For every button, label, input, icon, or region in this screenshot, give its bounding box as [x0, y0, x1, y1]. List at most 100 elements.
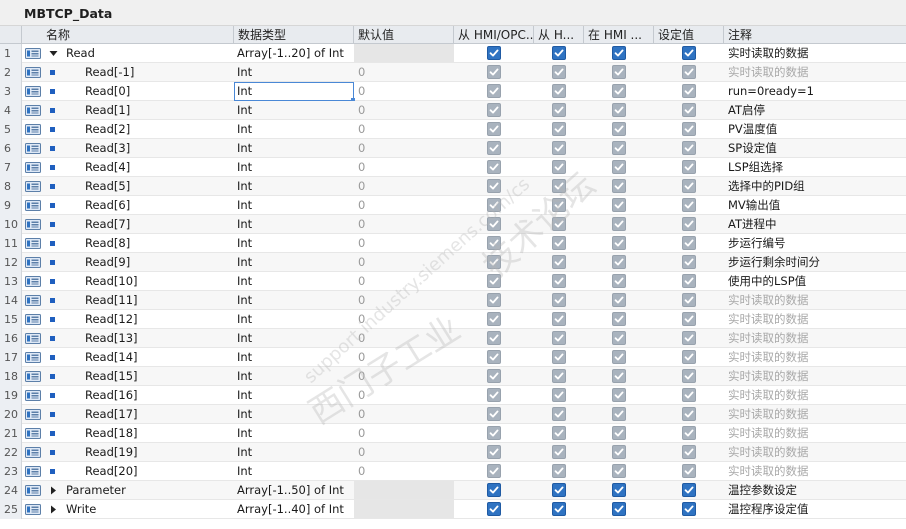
tag-default-value[interactable]: 0 [358, 120, 448, 139]
tag-datatype[interactable]: Int [237, 348, 352, 367]
tag-comment[interactable]: 实时读取的数据 [728, 462, 906, 481]
checkbox-in-hmi[interactable] [612, 369, 626, 383]
row-number[interactable]: 4 [0, 101, 22, 120]
table-row[interactable]: 14 Read[11] Int 0 实时读取的数据 [0, 291, 906, 310]
tag-name[interactable]: Read[3] [85, 139, 232, 158]
table-row[interactable]: 10 Read[7] Int 0 AT进程中 [0, 215, 906, 234]
row-number[interactable]: 11 [0, 234, 22, 253]
tag-comment[interactable]: MV输出值 [728, 196, 906, 215]
table-row[interactable]: 19 Read[16] Int 0 实时读取的数据 [0, 386, 906, 405]
checkbox-in-hmi[interactable] [612, 483, 626, 497]
table-row[interactable]: 24 Parameter Array[-1..50] of Int 温控参数设定 [0, 481, 906, 500]
checkbox-from-h[interactable] [552, 369, 566, 383]
checkbox-from-h[interactable] [552, 198, 566, 212]
checkbox-setpoint[interactable] [682, 255, 696, 269]
tag-comment[interactable]: 实时读取的数据 [728, 329, 906, 348]
row-number[interactable]: 2 [0, 63, 22, 82]
checkbox-hmi-opc[interactable] [487, 160, 501, 174]
checkbox-in-hmi[interactable] [612, 236, 626, 250]
tag-comment[interactable]: 实时读取的数据 [728, 291, 906, 310]
checkbox-setpoint[interactable] [682, 122, 696, 136]
checkbox-setpoint[interactable] [682, 274, 696, 288]
row-number[interactable]: 19 [0, 386, 22, 405]
checkbox-from-h[interactable] [552, 160, 566, 174]
checkbox-in-hmi[interactable] [612, 274, 626, 288]
tag-comment[interactable]: PV温度值 [728, 120, 906, 139]
tag-default-value[interactable] [358, 44, 448, 63]
tag-comment[interactable]: 步运行剩余时间分 [728, 253, 906, 272]
table-row[interactable]: 9 Read[6] Int 0 MV输出值 [0, 196, 906, 215]
checkbox-from-h[interactable] [552, 65, 566, 79]
row-number[interactable]: 20 [0, 405, 22, 424]
row-number[interactable]: 3 [0, 82, 22, 101]
checkbox-setpoint[interactable] [682, 103, 696, 117]
tag-name[interactable]: Read[19] [85, 443, 232, 462]
checkbox-in-hmi[interactable] [612, 350, 626, 364]
tag-default-value[interactable]: 0 [358, 424, 448, 443]
table-row[interactable]: 20 Read[17] Int 0 实时读取的数据 [0, 405, 906, 424]
table-row[interactable]: 4 Read[1] Int 0 AT启停 [0, 101, 906, 120]
checkbox-from-h[interactable] [552, 122, 566, 136]
checkbox-setpoint[interactable] [682, 331, 696, 345]
checkbox-from-h[interactable] [552, 84, 566, 98]
checkbox-in-hmi[interactable] [612, 426, 626, 440]
checkbox-hmi-opc[interactable] [487, 407, 501, 421]
tag-comment[interactable]: 实时读取的数据 [728, 386, 906, 405]
checkbox-hmi-opc[interactable] [487, 388, 501, 402]
tag-name[interactable]: Read[7] [85, 215, 232, 234]
checkbox-in-hmi[interactable] [612, 84, 626, 98]
tag-name[interactable]: Write [66, 500, 232, 519]
tag-comment[interactable]: 选择中的PID组 [728, 177, 906, 196]
tag-default-value[interactable]: 0 [358, 158, 448, 177]
tag-default-value[interactable]: 0 [358, 215, 448, 234]
tag-name[interactable]: Read[1] [85, 101, 232, 120]
header-hmi-opc[interactable]: 从 HMI/OPC... [454, 26, 534, 44]
tag-datatype[interactable]: Array[-1..40] of Int [237, 500, 352, 519]
tag-datatype[interactable]: Int [237, 367, 352, 386]
tag-name[interactable]: Read[17] [85, 405, 232, 424]
checkbox-in-hmi[interactable] [612, 103, 626, 117]
checkbox-setpoint[interactable] [682, 350, 696, 364]
checkbox-in-hmi[interactable] [612, 445, 626, 459]
tag-name[interactable]: Read[12] [85, 310, 232, 329]
tag-name[interactable]: Read[16] [85, 386, 232, 405]
tag-datatype[interactable]: Int [237, 158, 352, 177]
checkbox-setpoint[interactable] [682, 426, 696, 440]
checkbox-in-hmi[interactable] [612, 464, 626, 478]
checkbox-hmi-opc[interactable] [487, 65, 501, 79]
tag-name[interactable]: Read[13] [85, 329, 232, 348]
table-row[interactable]: 8 Read[5] Int 0 选择中的PID组 [0, 177, 906, 196]
row-number[interactable]: 1 [0, 44, 22, 63]
tag-name[interactable]: Read[10] [85, 272, 232, 291]
tag-name[interactable]: Read[-1] [85, 63, 232, 82]
tag-default-value[interactable]: 0 [358, 101, 448, 120]
tag-datatype[interactable]: Array[-1..50] of Int [237, 481, 352, 500]
checkbox-from-h[interactable] [552, 350, 566, 364]
tag-comment[interactable]: 实时读取的数据 [728, 424, 906, 443]
tag-datatype[interactable]: Int [237, 272, 352, 291]
checkbox-setpoint[interactable] [682, 217, 696, 231]
tag-comment[interactable]: 温控程序设定值 [728, 500, 906, 519]
tag-datatype[interactable]: Int [237, 215, 352, 234]
checkbox-from-h[interactable] [552, 179, 566, 193]
checkbox-hmi-opc[interactable] [487, 198, 501, 212]
row-number[interactable]: 6 [0, 139, 22, 158]
tag-name[interactable]: Read[4] [85, 158, 232, 177]
table-row[interactable]: 11 Read[8] Int 0 步运行编号 [0, 234, 906, 253]
tag-comment[interactable]: 实时读取的数据 [728, 44, 906, 63]
tag-datatype[interactable]: Int [237, 291, 352, 310]
checkbox-hmi-opc[interactable] [487, 426, 501, 440]
header-setpoint[interactable]: 设定值 [654, 26, 724, 44]
table-row[interactable]: 2 Read[-1] Int 0 实时读取的数据 [0, 63, 906, 82]
header-name[interactable]: 名称 [22, 26, 234, 44]
checkbox-from-h[interactable] [552, 46, 566, 60]
checkbox-from-h[interactable] [552, 293, 566, 307]
tag-comment[interactable]: AT启停 [728, 101, 906, 120]
checkbox-in-hmi[interactable] [612, 388, 626, 402]
checkbox-setpoint[interactable] [682, 198, 696, 212]
tag-default-value[interactable]: 0 [358, 253, 448, 272]
checkbox-hmi-opc[interactable] [487, 255, 501, 269]
tag-comment[interactable]: 实时读取的数据 [728, 405, 906, 424]
table-row[interactable]: 15 Read[12] Int 0 实时读取的数据 [0, 310, 906, 329]
tag-comment[interactable]: LSP组选择 [728, 158, 906, 177]
